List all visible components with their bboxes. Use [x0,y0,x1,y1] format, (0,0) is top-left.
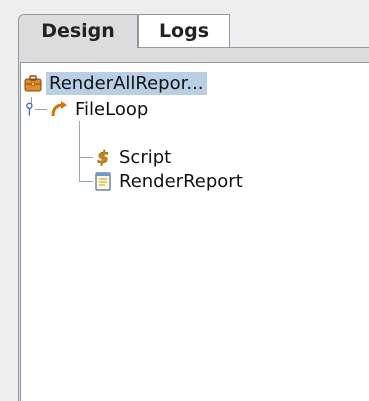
tree-node-script-label: Script [119,146,172,168]
tab-design[interactable]: Design [18,14,138,47]
report-document-icon [95,172,111,191]
tree-node-script[interactable]: $ Script [93,145,174,169]
design-logs-panel: Design Logs RenderAllRepor... FileLoop $… [0,0,369,401]
tab-active-joint [19,46,137,49]
briefcase-icon [24,75,42,92]
tree-node-root-label: RenderAllRepor... [46,71,207,95]
tab-strip: Design Logs [0,0,369,49]
tab-design-label: Design [41,20,115,42]
tree-node-renderreport[interactable]: RenderReport [93,169,246,193]
svg-text:$: $ [97,148,109,167]
workflow-tree[interactable]: RenderAllRepor... FileLoop $ Script Rend… [20,62,369,401]
tab-logs-label: Logs [158,20,210,42]
tree-node-fileloop[interactable]: FileLoop [23,97,151,121]
tree-connector [79,157,93,158]
loop-arrow-icon [51,101,67,117]
tab-logs[interactable]: Logs [138,14,230,47]
dollar-script-icon: $ [97,148,109,167]
tree-node-fileloop-label: FileLoop [75,98,149,120]
tree-node-root[interactable]: RenderAllRepor... [23,71,207,95]
tree-node-renderreport-label: RenderReport [119,170,243,192]
tree-connector [79,181,93,182]
tree-connector [79,121,80,181]
expanded-toggle-icon[interactable] [23,99,39,119]
